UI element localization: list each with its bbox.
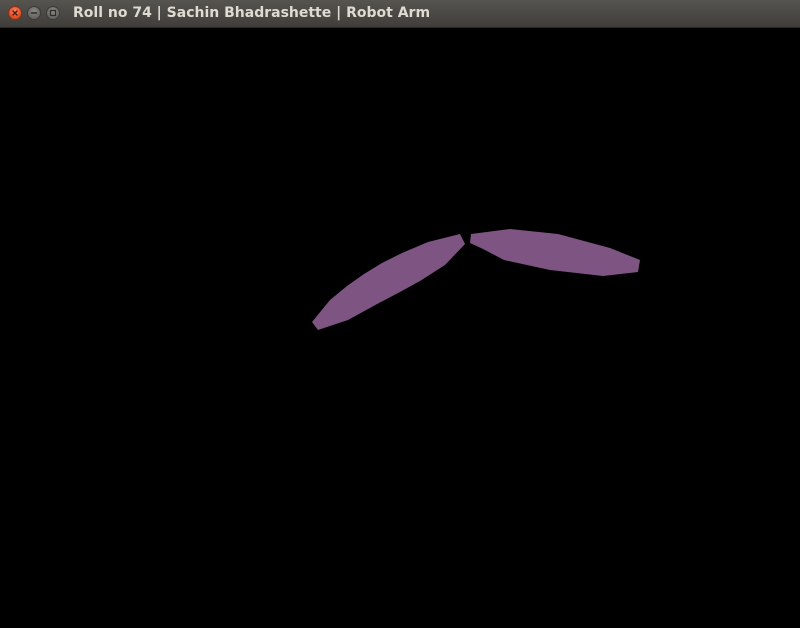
close-icon <box>12 10 18 16</box>
maximize-icon <box>49 9 57 17</box>
forearm-segment <box>470 229 640 276</box>
render-canvas[interactable] <box>0 28 800 628</box>
minimize-button[interactable] <box>27 6 41 20</box>
maximize-button[interactable] <box>46 6 60 20</box>
upper-arm-segment <box>312 234 465 330</box>
robot-arm-scene <box>312 229 640 330</box>
close-button[interactable] <box>8 6 22 20</box>
minimize-icon <box>30 12 38 14</box>
window-title: Roll no 74 | Sachin Bhadrashette | Robot… <box>73 5 431 21</box>
app-window: Roll no 74 | Sachin Bhadrashette | Robot… <box>0 0 800 628</box>
title-bar[interactable]: Roll no 74 | Sachin Bhadrashette | Robot… <box>0 0 800 28</box>
